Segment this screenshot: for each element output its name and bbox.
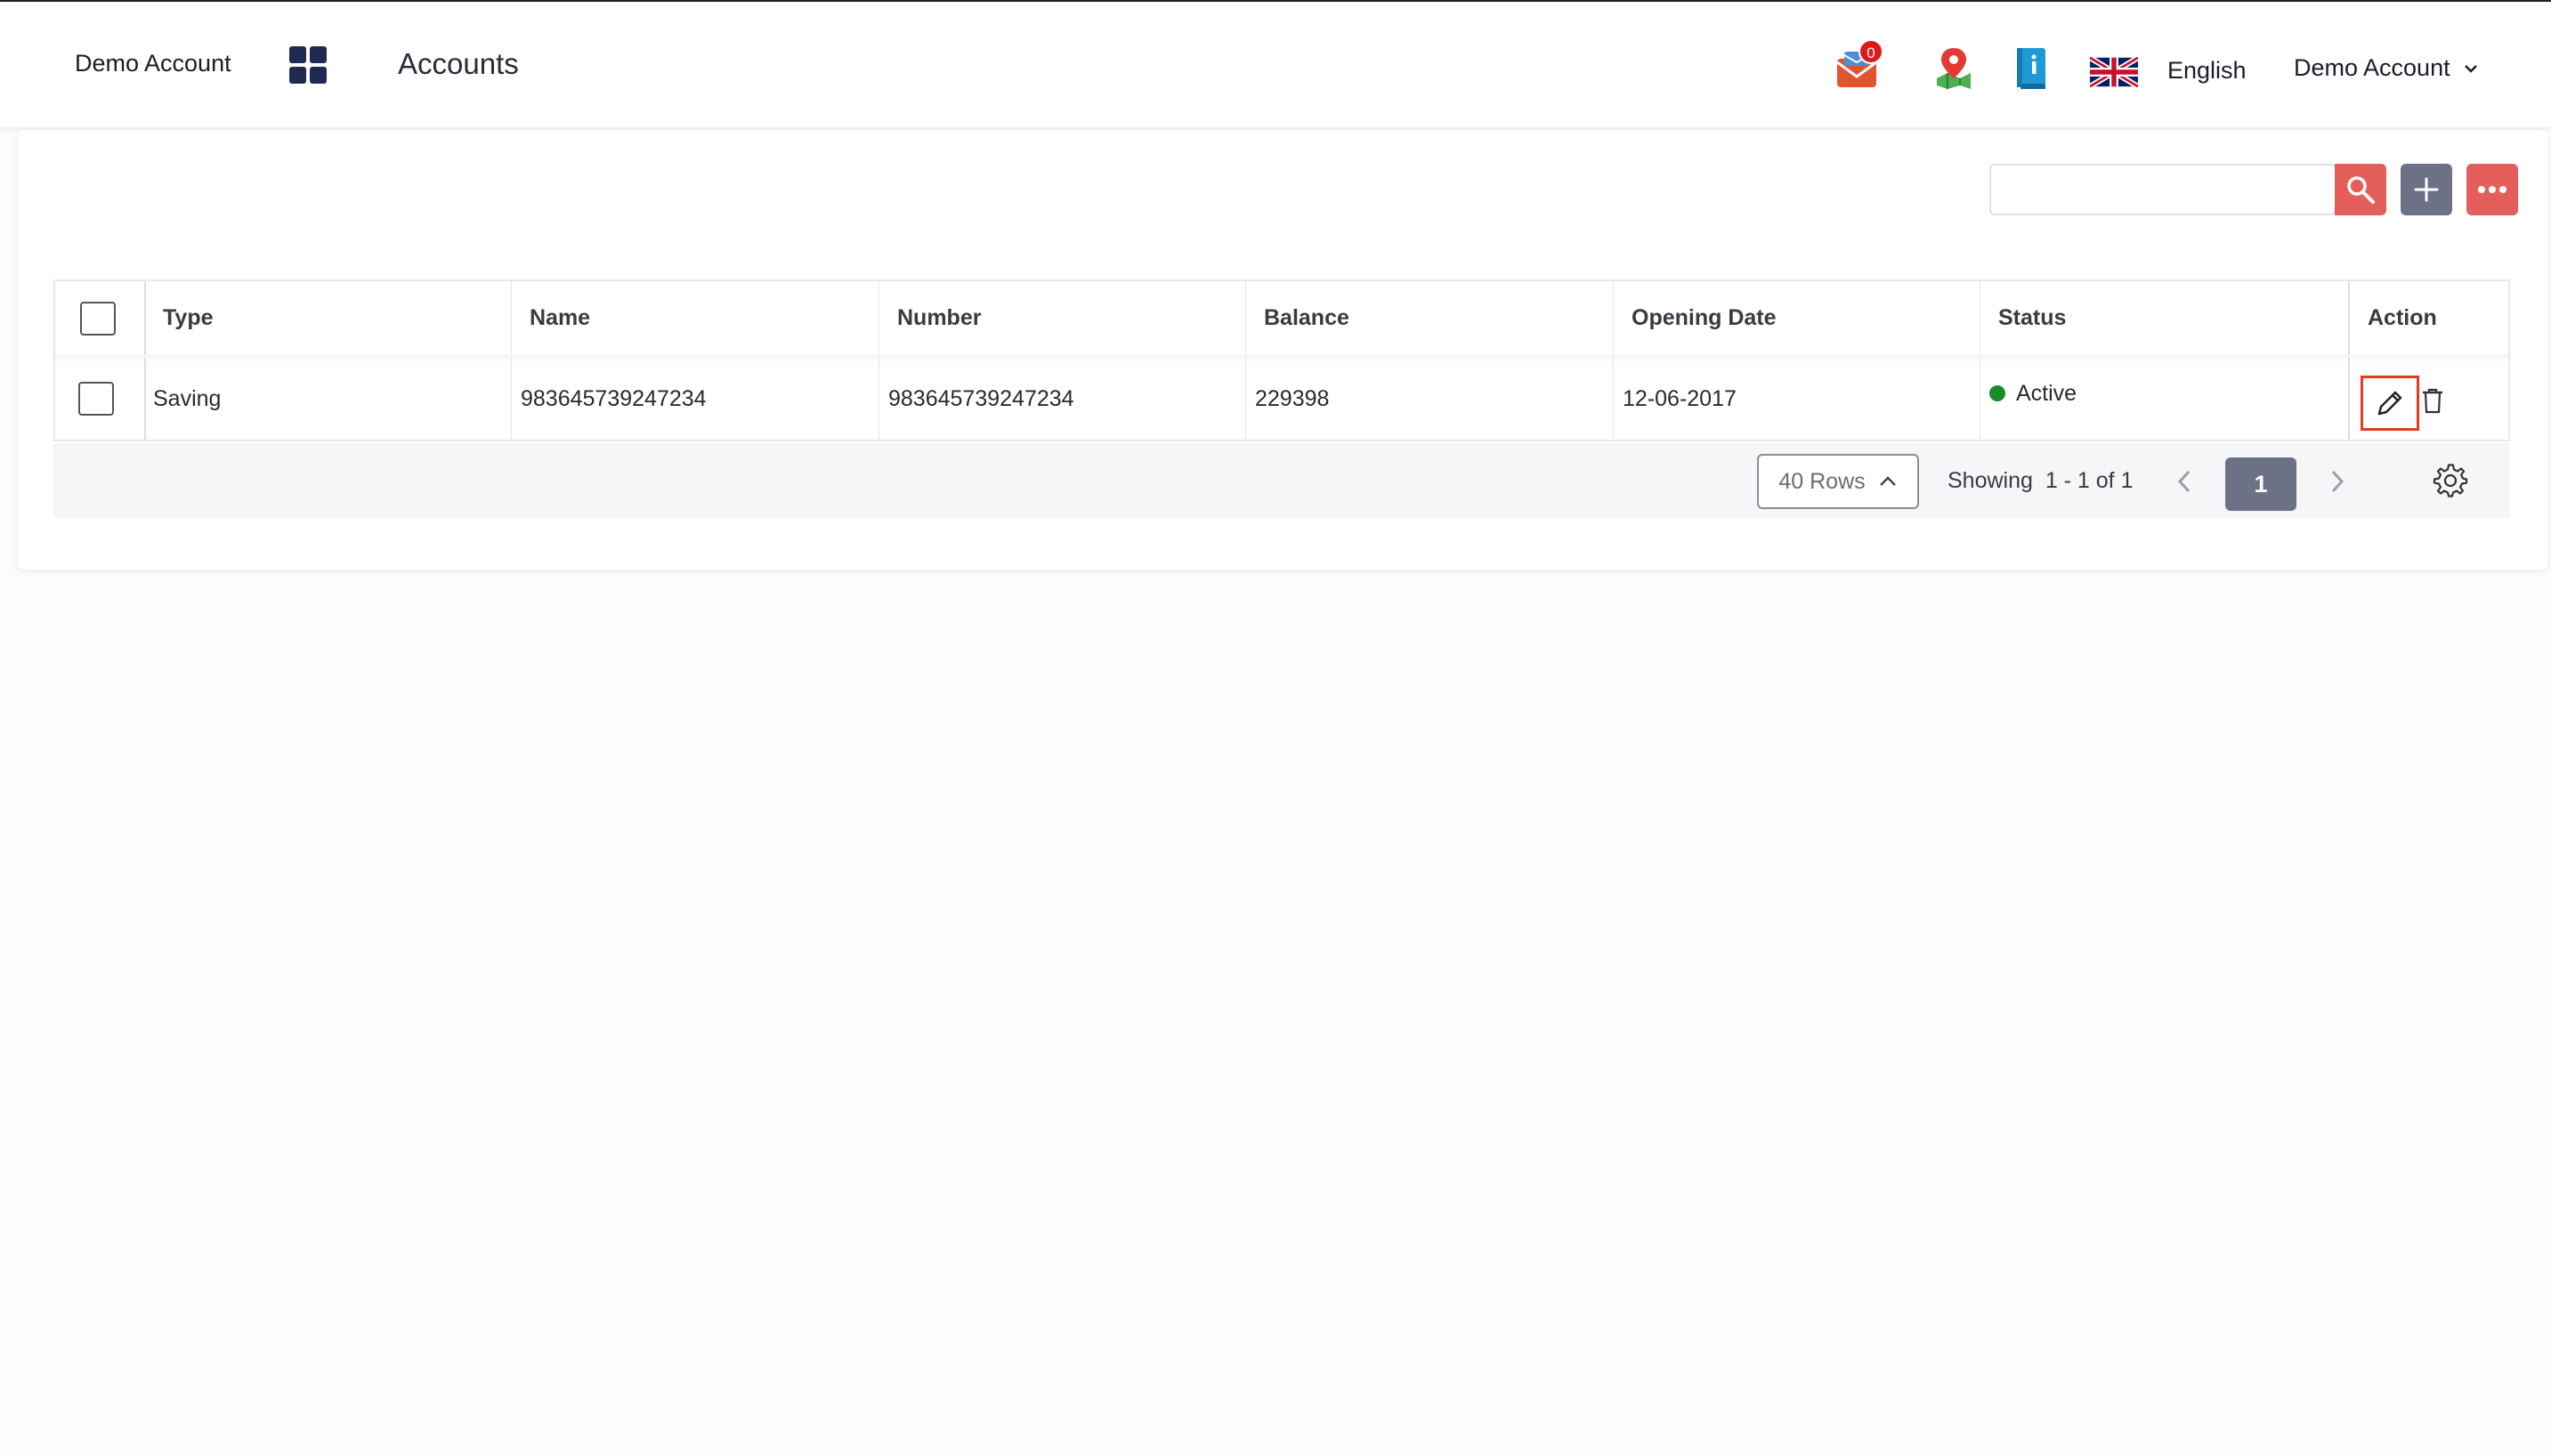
cell-status: Active [1989, 352, 2077, 434]
notification-badge: 0 [1859, 39, 1883, 64]
rows-per-page-select[interactable]: 40 Rows [1757, 454, 1919, 509]
column-header-action: Action [2368, 305, 2437, 330]
brand-name[interactable]: Demo Account [75, 50, 231, 77]
add-account-button[interactable] [2401, 164, 2452, 215]
column-header-opening-date[interactable]: Opening Date [1632, 281, 1777, 355]
current-page-button[interactable]: 1 [2225, 457, 2296, 511]
chevron-up-icon [1879, 476, 1896, 486]
user-menu-label: Demo Account [2294, 54, 2450, 81]
table-row[interactable]: Saving 983645739247234 983645739247234 2… [55, 358, 2508, 440]
dashboard-grid-icon[interactable] [289, 46, 327, 84]
uk-flag-icon[interactable] [2090, 57, 2138, 87]
trash-icon [2423, 388, 2442, 414]
plus-icon [2414, 177, 2439, 202]
column-header-name[interactable]: Name [530, 281, 590, 355]
cell-name: 983645739247234 [521, 385, 707, 411]
accounts-table: Type Name Number Balance Opening Date St… [53, 279, 2510, 441]
pagination-summary: Showing 1 - 1 of 1 [1948, 468, 2133, 494]
next-page-icon[interactable] [2327, 468, 2348, 495]
search-button[interactable] [2335, 164, 2386, 215]
user-menu[interactable]: Demo Account [2294, 54, 2479, 82]
language-selector[interactable]: English [2167, 57, 2247, 85]
info-book-icon[interactable] [2015, 46, 2049, 91]
table-footer [53, 443, 2510, 518]
gear-icon[interactable] [2433, 463, 2468, 498]
search-input[interactable] [1989, 164, 2336, 215]
cell-type: Saving [153, 385, 222, 411]
search-icon [2347, 176, 2375, 204]
column-header-status[interactable]: Status [1998, 281, 2066, 355]
status-label: Active [2016, 380, 2077, 406]
map-location-icon[interactable] [1933, 46, 1974, 91]
cell-opening-date: 12-06-2017 [1623, 385, 1737, 411]
previous-page-icon[interactable] [2174, 468, 2195, 495]
edit-button[interactable] [2361, 376, 2419, 431]
rows-per-page-label: 40 Rows [1778, 468, 1866, 494]
page-title: Accounts [398, 47, 519, 80]
delete-button[interactable] [2419, 383, 2446, 418]
status-dot-icon [1989, 385, 2005, 401]
top-header: Demo Account Accounts 0 English Demo Acc [0, 4, 2551, 128]
more-options-button[interactable] [2466, 164, 2518, 215]
select-all-checkbox[interactable] [80, 301, 116, 336]
column-header-number[interactable]: Number [897, 281, 981, 355]
showing-label: Showing [1948, 468, 2033, 493]
chevron-down-icon [2464, 64, 2477, 73]
column-header-balance[interactable]: Balance [1264, 281, 1349, 355]
showing-range: 1 - 1 of 1 [2045, 468, 2134, 493]
row-checkbox[interactable] [78, 382, 114, 416]
more-icon [2478, 186, 2506, 193]
table-header: Type Name Number Balance Opening Date St… [55, 281, 2508, 356]
cell-balance: 229398 [1255, 385, 1330, 411]
column-header-type[interactable]: Type [163, 281, 214, 355]
pencil-icon [2377, 391, 2402, 416]
cell-number: 983645739247234 [888, 385, 1074, 411]
